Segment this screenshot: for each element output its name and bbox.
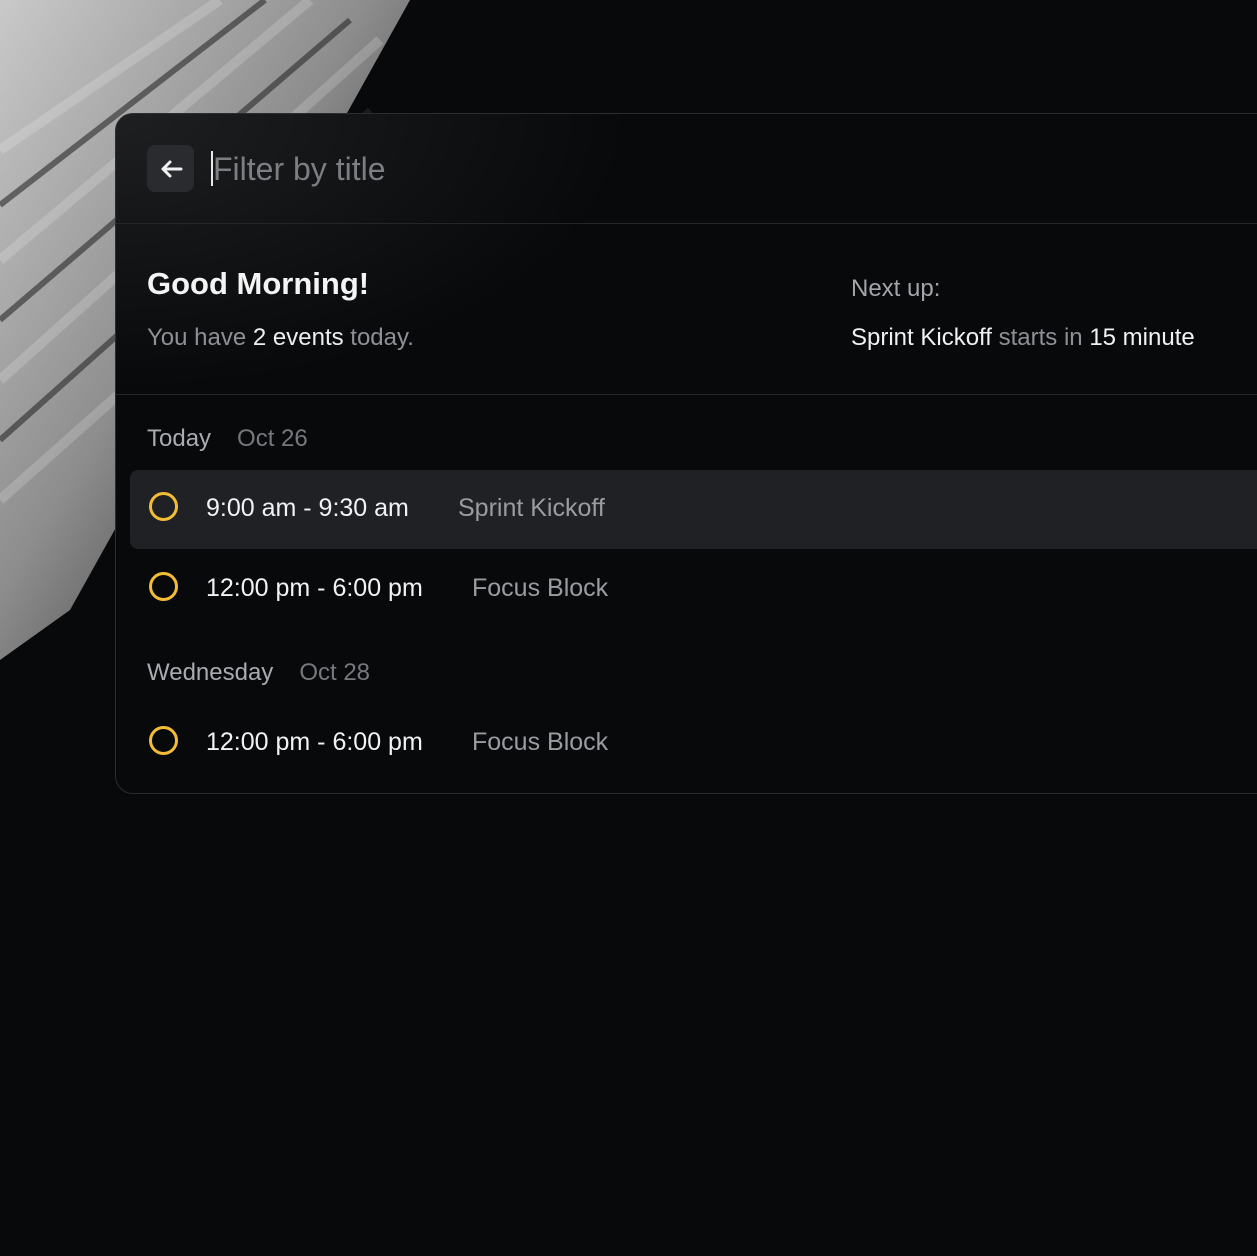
event-title: Sprint Kickoff xyxy=(458,494,605,522)
next-up-label: Next up: xyxy=(851,275,941,302)
circle-outline-icon xyxy=(149,492,178,521)
arrow-left-icon xyxy=(161,160,182,177)
events-count-prefix: You have xyxy=(147,324,253,351)
next-event-title: Sprint Kickoff xyxy=(851,324,992,351)
event-time: 12:00 pm - 6:00 pm xyxy=(206,574,423,602)
event-row[interactable]: 12:00 pm - 6:00 pm Focus Block xyxy=(130,704,1257,783)
events-count-value: 2 events xyxy=(252,324,344,351)
calendar-panel: Good Morning! You have 2 events today. N… xyxy=(115,113,1257,794)
next-event-mid: starts in xyxy=(991,324,1090,351)
events-count-suffix: today. xyxy=(343,324,414,351)
event-time: 12:00 pm - 6:00 pm xyxy=(206,728,423,756)
day-header-today: Today Oct 26 xyxy=(147,425,308,453)
event-title: Focus Block xyxy=(472,574,609,602)
day-name: Today xyxy=(147,425,212,452)
day-date: Oct 26 xyxy=(237,425,308,452)
circle-outline-icon xyxy=(149,726,178,755)
day-header-wednesday: Wednesday Oct 28 xyxy=(147,659,370,687)
search-bar xyxy=(116,114,1257,224)
filter-input[interactable] xyxy=(213,142,1113,196)
event-row[interactable]: 12:00 pm - 6:00 pm Focus Block xyxy=(130,550,1257,629)
circle-outline-icon xyxy=(149,572,178,601)
event-title: Focus Block xyxy=(472,728,609,756)
summary-section: Good Morning! You have 2 events today. N… xyxy=(116,223,1257,395)
event-row[interactable]: 9:00 am - 9:30 am Sprint Kickoff xyxy=(130,470,1257,549)
day-date: Oct 28 xyxy=(299,659,371,686)
greeting-title: Good Morning! xyxy=(147,266,370,301)
day-name: Wednesday xyxy=(147,659,274,686)
desktop: Good Morning! You have 2 events today. N… xyxy=(0,0,1257,1256)
event-time: 9:00 am - 9:30 am xyxy=(206,494,409,522)
back-button[interactable] xyxy=(147,145,194,192)
events-count-text: You have 2 events today. xyxy=(147,324,414,352)
next-up-text: Sprint Kickoff starts in 15 minute xyxy=(851,324,1195,352)
next-event-countdown: 15 minute xyxy=(1089,324,1195,351)
